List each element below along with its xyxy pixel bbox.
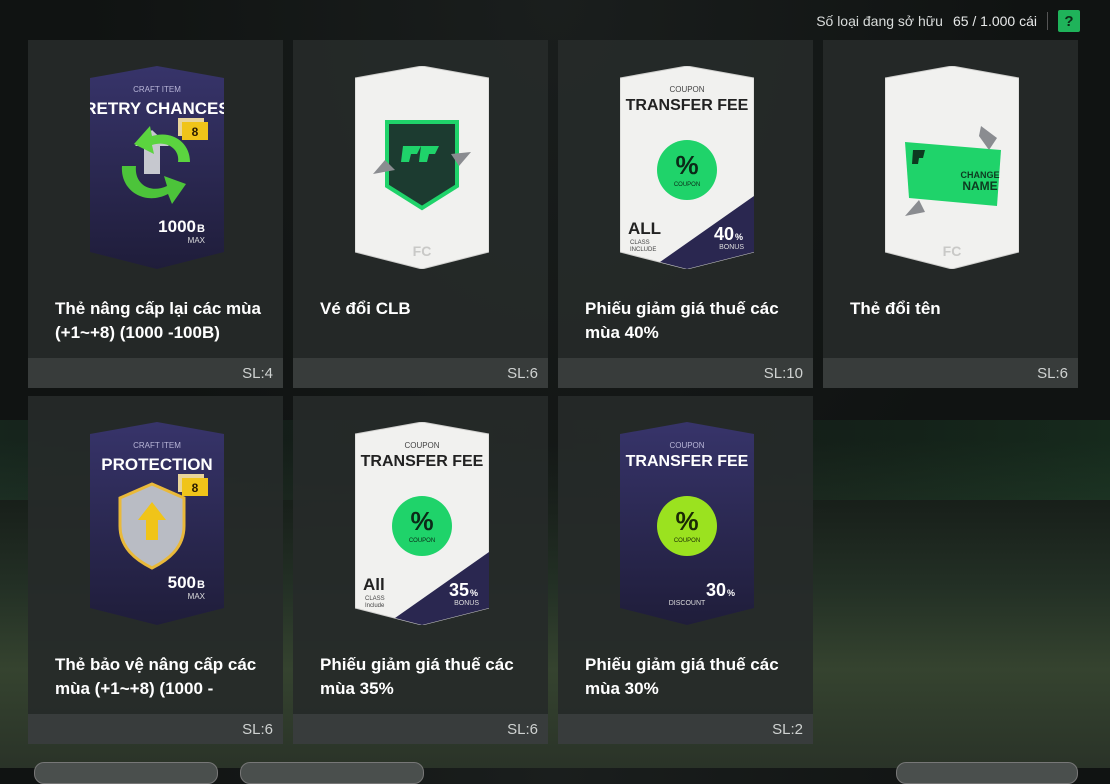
card-unit: % [735, 232, 743, 242]
item-tile-coupon-30[interactable]: COUPON TRANSFER FEE % COUPON 30 % DISCOU… [558, 396, 813, 744]
level-badge-text: 8 [192, 125, 199, 139]
help-button[interactable]: ? [1058, 10, 1080, 32]
item-name: Vé đổi CLB [320, 299, 411, 318]
item-quantity: SL:6 [507, 365, 538, 382]
item-name: Phiếu giảm giá thuế các mùa 30% [585, 655, 779, 698]
card-kicker: COUPON [669, 441, 704, 450]
divider [1047, 12, 1048, 30]
item-quantity: SL:6 [242, 721, 273, 738]
card-heading: TRANSFER FEE [626, 97, 749, 114]
card-value: 500 [168, 573, 196, 592]
item-quantity: SL:6 [507, 721, 538, 738]
item-footer: SL:10 [558, 358, 813, 388]
item-card-coupon-40: COUPON TRANSFER FEE % COUPON ALL CLASS I… [620, 66, 754, 269]
card-sub: MAX [188, 592, 206, 601]
bottom-action-button-1[interactable] [34, 762, 218, 784]
item-name: Phiếu giảm giá thuế các mùa 40% [585, 299, 779, 342]
card-unit: B [197, 223, 205, 235]
card-sub: BONUS [719, 244, 744, 251]
item-card-protection: CRAFT ITEM PROTECTION 8 500 B MAX [90, 422, 224, 625]
card-left-big: ALL [628, 219, 661, 238]
card-unit: % [727, 588, 735, 598]
svg-text:%: % [675, 150, 698, 180]
card-kicker: COUPON [404, 441, 439, 450]
item-footer: SL:6 [293, 358, 548, 388]
bottom-action-button-2[interactable] [240, 762, 424, 784]
coupon-icon: % COUPON [657, 496, 717, 556]
item-tile-club-transfer[interactable]: FC Vé đổi CLB SL:6 [293, 40, 548, 388]
svg-text:COUPON: COUPON [409, 538, 435, 544]
item-footer: SL:4 [28, 358, 283, 388]
item-name: Thẻ bảo vệ nâng cấp các mùa (+1~+8) (100… [55, 655, 257, 698]
card-sub: DISCOUNT [669, 600, 706, 607]
card-kicker: COUPON [669, 85, 704, 94]
item-name: Thẻ đổi tên [850, 299, 941, 318]
svg-text:CLASS: CLASS [630, 240, 650, 246]
svg-text:NAME: NAME [962, 179, 997, 193]
item-footer: SL:6 [28, 714, 283, 744]
item-card-coupon-30: COUPON TRANSFER FEE % COUPON 30 % DISCOU… [620, 422, 754, 625]
item-name: Thẻ nâng cấp lại các mùa (+1~+8) (1000 -… [55, 299, 261, 342]
item-footer: SL:6 [823, 358, 1078, 388]
card-value: 40 [714, 224, 734, 244]
item-tile-change-name[interactable]: CHANGE NAME FC Thẻ đổi tên SL:6 [823, 40, 1078, 388]
item-card-change-name: CHANGE NAME FC [885, 66, 1019, 269]
card-heading: PROTECTION [101, 455, 212, 474]
svg-text:FC: FC [413, 243, 432, 259]
card-sub: BONUS [454, 600, 479, 607]
item-quantity: SL:10 [763, 365, 803, 382]
card-sub: MAX [188, 236, 206, 245]
svg-text:Include: Include [365, 603, 385, 609]
card-kicker: CRAFT ITEM [133, 85, 181, 94]
card-value: 30 [706, 580, 726, 600]
svg-text:FC: FC [943, 243, 962, 259]
item-quantity: SL:6 [1037, 365, 1068, 382]
item-tile-coupon-40[interactable]: COUPON TRANSFER FEE % COUPON ALL CLASS I… [558, 40, 813, 388]
coupon-icon: % COUPON [657, 140, 717, 200]
coupon-icon: % COUPON [392, 496, 452, 556]
item-quantity: SL:2 [772, 721, 803, 738]
card-unit: B [197, 579, 205, 591]
owned-count: 65 / 1.000 cái [952, 13, 1037, 29]
item-footer: SL:6 [293, 714, 548, 744]
svg-text:%: % [410, 506, 433, 536]
svg-text:COUPON: COUPON [674, 538, 700, 544]
item-card-coupon-35: COUPON TRANSFER FEE % COUPON All CLASS I… [355, 422, 489, 625]
card-unit: % [470, 588, 478, 598]
card-value: 1000 [158, 217, 196, 236]
owned-label: Số loại đang sở hữu [816, 13, 943, 29]
svg-text:CLASS: CLASS [365, 596, 385, 602]
item-footer: SL:2 [558, 714, 813, 744]
item-card-retry-chances: CRAFT ITEM RETRY CHANCES 8 1000 B MAX [90, 66, 224, 269]
card-value: 35 [449, 580, 469, 600]
card-heading: TRANSFER FEE [626, 453, 749, 470]
svg-text:COUPON: COUPON [674, 182, 700, 188]
card-heading: TRANSFER FEE [361, 453, 484, 470]
item-card-club-transfer: FC [355, 66, 489, 269]
bottom-action-button-3[interactable] [896, 762, 1078, 784]
svg-text:INCLUDE: INCLUDE [630, 247, 656, 253]
item-quantity: SL:4 [242, 365, 273, 382]
card-left-big: All [363, 575, 385, 594]
item-name: Phiếu giảm giá thuế các mùa 35% [320, 655, 514, 698]
svg-text:%: % [675, 506, 698, 536]
item-tile-coupon-35[interactable]: COUPON TRANSFER FEE % COUPON All CLASS I… [293, 396, 548, 744]
item-tile-retry-chances[interactable]: CRAFT ITEM RETRY CHANCES 8 1000 B MAX Th… [28, 40, 283, 388]
level-badge-text: 8 [192, 481, 199, 495]
card-kicker: CRAFT ITEM [133, 441, 181, 450]
item-tile-protection[interactable]: CRAFT ITEM PROTECTION 8 500 B MAX Thẻ bả… [28, 396, 283, 744]
inventory-summary: Số loại đang sở hữu 65 / 1.000 cái ? [816, 9, 1080, 33]
card-heading: RETRY CHANCES [90, 99, 224, 118]
